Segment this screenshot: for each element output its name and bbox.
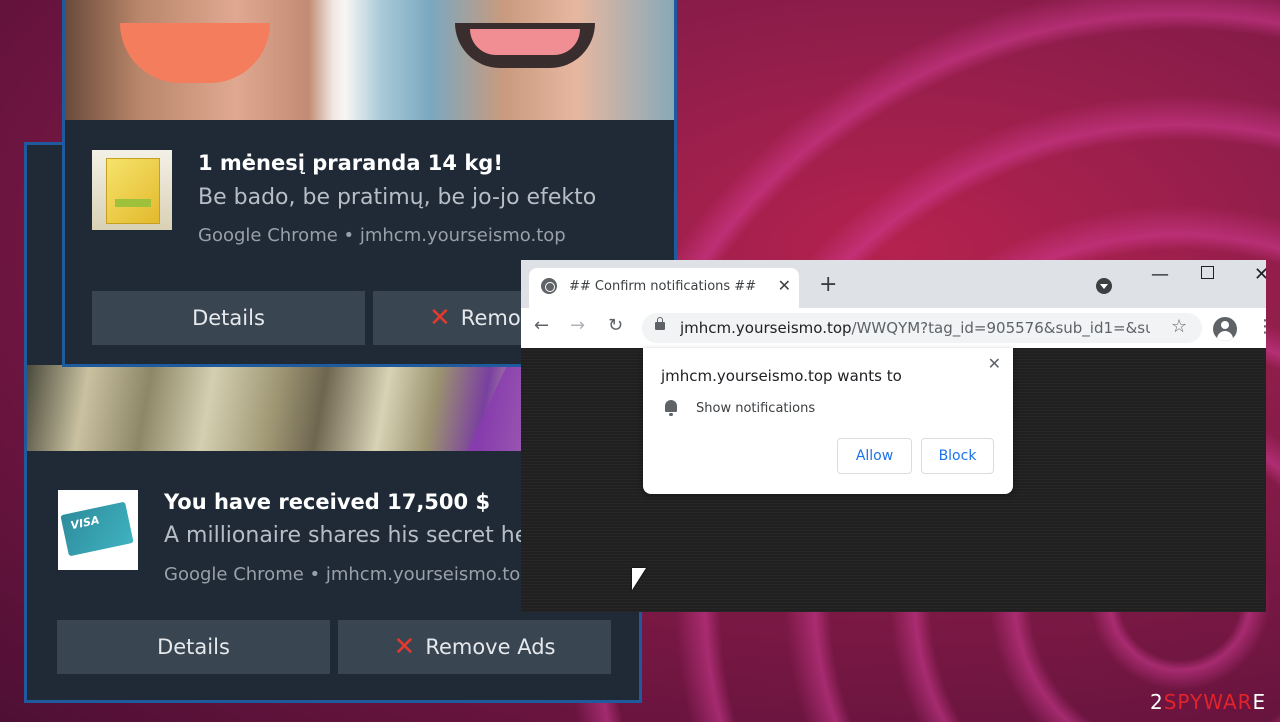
details-button[interactable]: Details	[92, 291, 365, 345]
prompt-title: jmhcm.yourseismo.top wants to	[661, 367, 902, 385]
notification-source: Google Chrome • jmhcm.yourseismo.top	[198, 225, 566, 246]
reload-icon[interactable]: ↻	[608, 315, 623, 336]
product-box-icon	[92, 150, 172, 230]
block-button[interactable]: Block	[921, 438, 994, 474]
tab-bar: ## Confirm notifications ## ✕ + — ✕	[521, 260, 1266, 308]
forward-icon[interactable]: →	[570, 315, 585, 336]
bell-icon	[665, 400, 677, 416]
details-button[interactable]: Details	[57, 620, 330, 674]
tab-confirm-notifications[interactable]: ## Confirm notifications ## ✕	[529, 268, 799, 308]
globe-icon	[541, 278, 557, 294]
close-icon: ✕	[393, 632, 416, 662]
bookmark-star-icon[interactable]: ☆	[1171, 316, 1187, 337]
toolbar: ← → ↻ jmhcm.yourseismo.top/WWQYM?tag_id=…	[521, 308, 1266, 348]
notification-body: Be bado, be pratimų, be jo-jo efekto	[198, 185, 597, 210]
browser-window: ## Confirm notifications ## ✕ + — ✕ ← → …	[521, 260, 1266, 612]
window-close-icon[interactable]: ✕	[1254, 264, 1266, 285]
notification-title: You have received 17,500 $	[164, 490, 491, 514]
maximize-icon[interactable]	[1201, 266, 1214, 279]
notification-hero-image	[65, 0, 674, 120]
menu-icon[interactable]: ⋮	[1256, 316, 1266, 337]
notification-permission-prompt: ✕ jmhcm.yourseismo.top wants to Show not…	[643, 348, 1013, 494]
address-bar[interactable]: jmhcm.yourseismo.top/WWQYM?tag_id=905576…	[642, 313, 1202, 343]
notification-source: Google Chrome • jmhcm.yourseismo.top	[164, 564, 524, 585]
prompt-close-icon[interactable]: ✕	[988, 354, 1001, 373]
remove-ads-button[interactable]: ✕ Remove Ads	[338, 620, 611, 674]
close-icon: ✕	[429, 303, 451, 333]
mouse-cursor-icon	[632, 568, 646, 590]
tab-title: ## Confirm notifications ##	[569, 279, 757, 294]
prompt-permission-text: Show notifications	[696, 401, 816, 416]
notification-title: 1 mėnesį praranda 14 kg!	[198, 151, 503, 175]
allow-button[interactable]: Allow	[837, 438, 912, 474]
new-tab-icon[interactable]: +	[819, 272, 837, 297]
lock-icon[interactable]	[655, 317, 665, 330]
watermark-logo: 2SPYWARE	[1150, 690, 1267, 714]
tab-close-icon[interactable]: ✕	[778, 276, 791, 295]
credit-card-icon: VISA	[58, 490, 138, 570]
tab-search-icon[interactable]	[1096, 278, 1112, 294]
profile-avatar-icon[interactable]	[1213, 317, 1237, 341]
minimize-icon[interactable]: —	[1151, 264, 1169, 285]
url-text[interactable]: jmhcm.yourseismo.top/WWQYM?tag_id=905576…	[680, 319, 1150, 337]
back-icon[interactable]: ←	[534, 315, 549, 336]
notification-body: A millionaire shares his secret he	[164, 523, 524, 548]
